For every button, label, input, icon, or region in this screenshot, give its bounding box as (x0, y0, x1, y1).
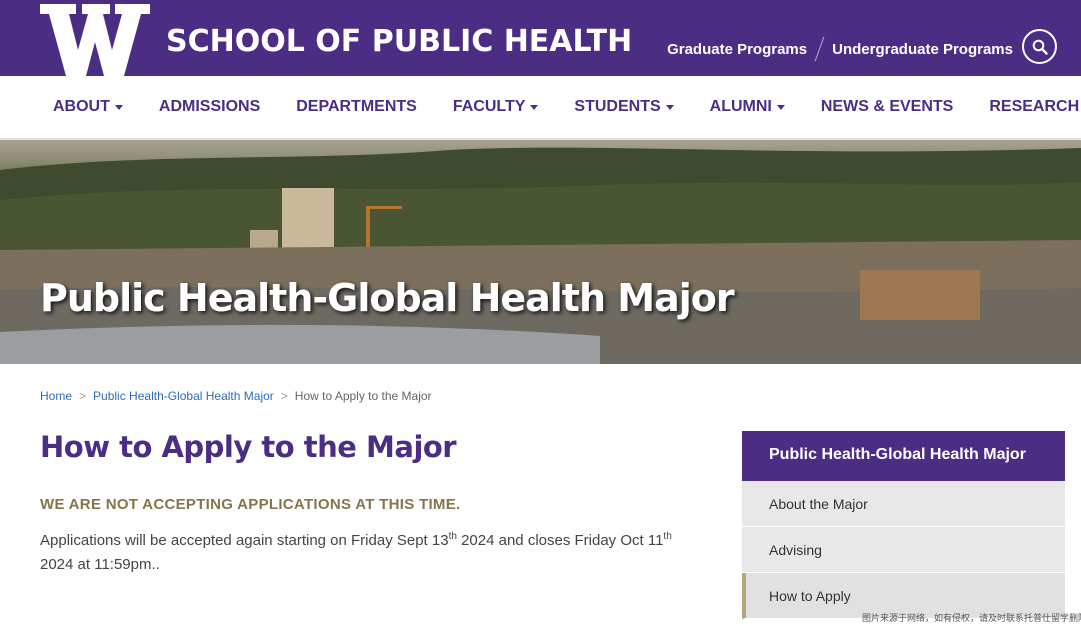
nav-label: FACULTY (452, 98, 526, 115)
main-navigation: ABOUT ADMISSIONS DEPARTMENTS FACULTY STU… (0, 76, 1081, 139)
section-sidebar: Public Health-Global Health Major About … (742, 431, 1065, 619)
nav-item-faculty[interactable]: FACULTY (453, 98, 539, 116)
sidebar-heading[interactable]: Public Health-Global Health Major (742, 431, 1065, 481)
nav-item-admissions[interactable]: ADMISSIONS (159, 98, 260, 116)
application-notice: WE ARE NOT ACCEPTING APPLICATIONS AT THI… (40, 496, 461, 513)
caret-down-icon (530, 104, 539, 110)
hero-title: Public Health-Global Health Major (40, 276, 735, 320)
nav-item-departments[interactable]: DEPARTMENTS (296, 98, 417, 116)
ordinal-suffix: th (448, 531, 457, 542)
sidebar-item-about-the-major[interactable]: About the Major (742, 481, 1065, 527)
sidebar-item-advising[interactable]: Advising (742, 527, 1065, 573)
nav-label: ALUMNI (709, 98, 772, 115)
uw-w-logo[interactable] (40, 0, 150, 76)
text-part: 2024 at 11:59pm.. (40, 556, 160, 573)
utility-links: Graduate Programs Undergraduate Programs (667, 36, 1013, 62)
breadcrumb-current: How to Apply to the Major (294, 389, 432, 403)
breadcrumb-separator: > (79, 389, 87, 403)
city-skyline-image (0, 147, 1081, 364)
caret-down-icon (114, 104, 123, 110)
page-title: How to Apply to the Major (40, 430, 457, 464)
hero-banner: Public Health-Global Health Major (0, 140, 1081, 364)
breadcrumb-major[interactable]: Public Health-Global Health Major (93, 389, 274, 403)
ordinal-suffix: th (663, 531, 672, 542)
breadcrumb: Home > Public Health-Global Health Major… (40, 389, 432, 403)
nav-item-research[interactable]: RESEARCH (989, 98, 1079, 116)
text-part: 2024 and closes Friday Oct 11 (456, 532, 664, 549)
link-divider (814, 36, 825, 62)
nav-item-news-events[interactable]: NEWS & EVENTS (821, 98, 953, 116)
nav-label: NEWS & EVENTS (820, 98, 954, 115)
nav-label: RESEARCH (989, 98, 1080, 115)
undergraduate-programs-link[interactable]: Undergraduate Programs (832, 41, 1013, 58)
nav-label: ABOUT (53, 98, 110, 115)
text-part: Applications will be accepted again star… (40, 532, 449, 549)
breadcrumb-home[interactable]: Home (40, 389, 72, 403)
graduate-programs-link[interactable]: Graduate Programs (667, 41, 807, 58)
breadcrumb-separator: > (280, 389, 288, 403)
application-dates-text: Applications will be accepted again star… (40, 529, 700, 577)
nav-label: STUDENTS (574, 98, 661, 115)
search-button[interactable] (1022, 29, 1057, 64)
nav-item-alumni[interactable]: ALUMNI (710, 98, 785, 116)
nav-item-about[interactable]: ABOUT (53, 98, 123, 116)
nav-label: DEPARTMENTS (296, 98, 417, 115)
search-icon (1032, 39, 1048, 55)
caret-down-icon (776, 104, 785, 110)
image-watermark: 图片来源于网络，如有侵权，请及时联系托普仕留学删除 (862, 613, 1081, 623)
caret-down-icon (665, 104, 674, 110)
nav-label: ADMISSIONS (158, 98, 261, 115)
school-name[interactable]: SCHOOL OF PUBLIC HEALTH (166, 24, 632, 59)
nav-item-students[interactable]: STUDENTS (574, 98, 674, 116)
site-header: SCHOOL OF PUBLIC HEALTH Graduate Program… (0, 0, 1081, 76)
